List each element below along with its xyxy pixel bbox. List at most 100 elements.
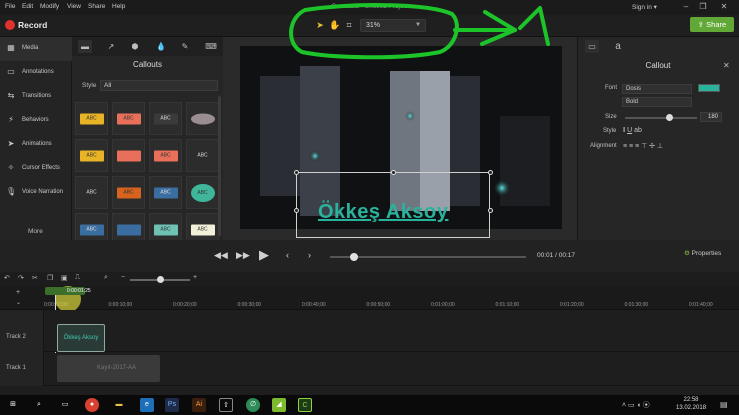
sidebar-item-transitions[interactable]: ⇆ Transitions: [0, 85, 72, 109]
record-icon[interactable]: [5, 20, 15, 30]
split-icon[interactable]: ⎍: [75, 274, 80, 282]
track-lane-2[interactable]: [44, 310, 739, 352]
hand-pan-icon[interactable]: ✋: [329, 19, 341, 31]
photoshop-icon[interactable]: Ps: [165, 398, 179, 412]
play-icon[interactable]: ▶: [259, 247, 269, 263]
size-value[interactable]: 180: [700, 112, 722, 122]
callout-clip[interactable]: Ökkeş Aksoy: [57, 324, 105, 352]
system-tray-icons[interactable]: ˄ ▭ ◖ ⦿: [622, 400, 650, 410]
share-button[interactable]: ⇪ Share: [690, 17, 734, 32]
close-button[interactable]: ✕: [718, 2, 730, 12]
notification-icon[interactable]: ▤: [720, 400, 728, 409]
callout-thumb[interactable]: ABC: [75, 102, 108, 135]
tab-keystroke-icon[interactable]: ⌨: [204, 40, 218, 53]
zoom-in-icon[interactable]: +: [193, 274, 197, 281]
app-icon[interactable]: ∅: [246, 398, 260, 412]
edge-icon[interactable]: e: [140, 398, 154, 412]
chrome-icon[interactable]: ●: [85, 398, 99, 412]
callout-thumb[interactable]: ABC: [112, 102, 145, 135]
tab-arrows-icon[interactable]: ↗: [104, 40, 118, 53]
tab-blur-icon[interactable]: 💧: [154, 40, 168, 53]
zoom-out-icon[interactable]: −: [121, 274, 125, 281]
menu-help[interactable]: Help: [112, 3, 125, 10]
task-view-icon[interactable]: ▭: [58, 398, 72, 412]
menu-view[interactable]: View: [67, 3, 81, 10]
callout-thumb[interactable]: [112, 139, 145, 172]
add-track-icon[interactable]: +: [16, 289, 20, 296]
text-style-icons[interactable]: 𝐈 U ab: [623, 127, 642, 135]
sidebar-item-voice-narration[interactable]: 🎙 Voice Narration: [0, 181, 72, 205]
app-icon[interactable]: ◢: [272, 398, 286, 412]
undo-icon[interactable]: ↶: [4, 274, 10, 282]
selection-box[interactable]: [296, 172, 490, 238]
search-icon[interactable]: ⌕: [32, 398, 46, 412]
size-slider-knob[interactable]: [666, 114, 673, 121]
video-clip[interactable]: Kayıt-2017-AA: [57, 355, 160, 382]
style-select[interactable]: All: [100, 80, 218, 91]
tab-sketch-icon[interactable]: ✎: [178, 40, 192, 53]
menu-edit[interactable]: Edit: [22, 3, 33, 10]
tab-visual-icon[interactable]: ▭: [585, 40, 599, 53]
panel-scrollbar[interactable]: [218, 96, 221, 236]
sidebar-item-animations[interactable]: ➤ Animations: [0, 133, 72, 157]
playhead-time[interactable]: 0:00:01;25: [45, 287, 91, 295]
sidebar-item-behaviors[interactable]: ⚡ Behaviors: [0, 109, 72, 133]
resize-handle[interactable]: [294, 208, 299, 213]
maximize-button[interactable]: ❐: [697, 2, 709, 12]
step-back-icon[interactable]: ◀◀: [214, 250, 228, 261]
menu-file[interactable]: File: [5, 3, 15, 10]
more-button[interactable]: More: [28, 228, 43, 235]
resize-handle[interactable]: [294, 170, 299, 175]
file-explorer-icon[interactable]: ▬: [112, 398, 126, 412]
minimize-button[interactable]: –: [680, 2, 692, 12]
tab-callouts-icon[interactable]: ▬: [78, 40, 92, 53]
callout-thumb[interactable]: ABC: [186, 176, 219, 209]
sidebar-item-annotations[interactable]: ▭ Annotations: [0, 61, 72, 85]
sidebar-item-cursor-effects[interactable]: ✧ Cursor Effects: [0, 157, 72, 181]
signin-link[interactable]: Sign in ▾: [632, 3, 657, 11]
tab-text-icon[interactable]: a: [611, 40, 625, 53]
menu-modify[interactable]: Modify: [40, 3, 59, 10]
scrub-bar[interactable]: [330, 256, 526, 258]
menu-share[interactable]: Share: [88, 3, 105, 10]
previous-icon[interactable]: ‹: [286, 250, 289, 260]
camtasia-icon[interactable]: C: [298, 398, 312, 412]
paste-icon[interactable]: ▣: [61, 274, 68, 282]
properties-button[interactable]: ⚙ Properties: [684, 249, 721, 257]
weight-select[interactable]: Bold: [622, 97, 692, 107]
font-select[interactable]: Dosis: [622, 84, 692, 94]
resize-handle[interactable]: [488, 170, 493, 175]
clock[interactable]: 22:58 13.02.2018: [676, 396, 706, 412]
illustrator-icon[interactable]: Ai: [192, 398, 206, 412]
step-forward-icon[interactable]: ▶▶: [236, 250, 250, 261]
callout-thumb[interactable]: ABC: [75, 176, 108, 209]
tab-shapes-icon[interactable]: ⬢: [128, 40, 142, 53]
size-slider[interactable]: [625, 117, 697, 119]
record-button[interactable]: Record: [18, 20, 47, 30]
resize-handle[interactable]: [488, 208, 493, 213]
alignment-icons[interactable]: ≡ ≡ ≡ ⊤ ✢ ⊥: [623, 142, 663, 150]
callout-thumb[interactable]: ABC: [112, 176, 145, 209]
search-icon[interactable]: ⌕: [104, 274, 108, 282]
resize-handle[interactable]: [391, 170, 396, 175]
callout-thumb[interactable]: ABC: [75, 139, 108, 172]
windows-start-icon[interactable]: ⊞: [6, 398, 20, 412]
callout-thumb[interactable]: ABC: [186, 139, 219, 172]
app-icon[interactable]: ⇧: [219, 398, 233, 412]
callout-thumb[interactable]: ABC: [149, 139, 182, 172]
zoom-select[interactable]: 31% ▼: [360, 19, 426, 32]
collapse-icon[interactable]: ⌄: [16, 299, 21, 306]
select-arrow-icon[interactable]: ➤: [314, 19, 326, 31]
sidebar-item-media[interactable]: ▦ Media: [0, 37, 72, 61]
callout-thumb[interactable]: ABC: [149, 102, 182, 135]
cut-icon[interactable]: ✂: [32, 274, 38, 282]
callout-thumb[interactable]: [186, 102, 219, 135]
next-icon[interactable]: ›: [308, 250, 311, 260]
font-color-swatch[interactable]: [698, 84, 720, 92]
redo-icon[interactable]: ↷: [18, 274, 24, 282]
callout-thumb[interactable]: ABC: [149, 176, 182, 209]
crop-icon[interactable]: ⌗: [343, 19, 355, 31]
copy-icon[interactable]: ❐: [47, 274, 53, 282]
close-icon[interactable]: ✕: [723, 61, 730, 70]
timeline-zoom-knob[interactable]: [157, 276, 164, 283]
